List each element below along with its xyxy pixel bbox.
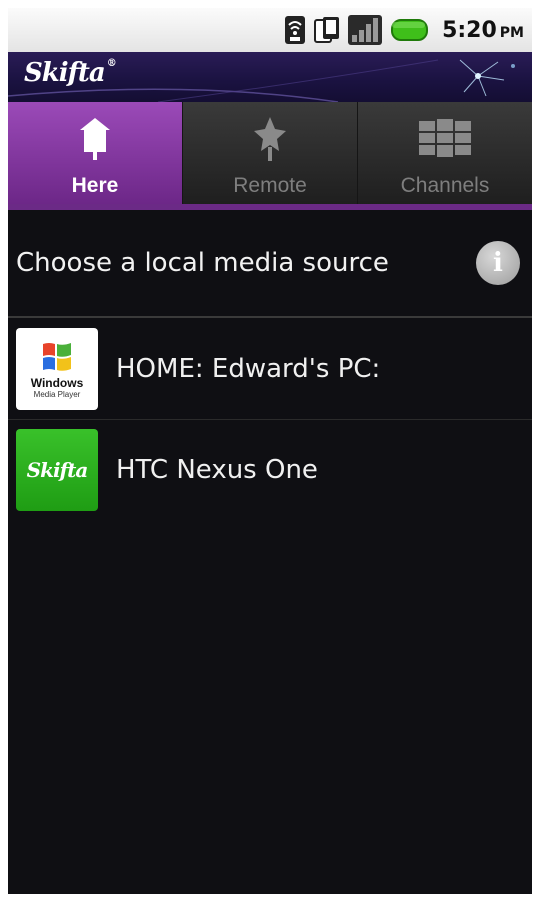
info-icon: i <box>493 248 503 278</box>
clock: 5:20 PM <box>442 18 524 43</box>
skifta-thumb-text: Skifta <box>26 458 89 482</box>
wmp-thumb-line2: Media Player <box>33 389 81 399</box>
battery-icon <box>390 15 430 45</box>
clock-time: 5:20 <box>442 17 497 43</box>
list-item-home-pc[interactable]: Windows Media Player HOME: Edward's PC: <box>8 319 532 419</box>
registered-mark: ® <box>106 58 117 69</box>
brand-logo: Skifta ® <box>24 58 117 88</box>
divider <box>8 316 532 318</box>
wifi-icon <box>284 15 306 45</box>
tab-channels[interactable]: Channels <box>358 102 532 210</box>
sync-icon <box>314 15 340 45</box>
tab-remote-label: Remote <box>233 174 307 197</box>
brand-logo-text: Skifta <box>24 58 106 88</box>
tab-channels-label: Channels <box>400 174 490 197</box>
info-button[interactable]: i <box>476 241 520 285</box>
windows-media-player-icon: Windows Media Player <box>16 328 98 410</box>
list-item-label: HTC Nexus One <box>116 455 318 485</box>
tab-bar: Here Remote Channels <box>8 102 532 210</box>
clock-ampm: PM <box>499 24 524 41</box>
tab-here[interactable]: Here <box>8 102 183 210</box>
signal-icon <box>348 15 383 45</box>
list-item-nexus-one[interactable]: Skifta HTC Nexus One <box>8 420 532 520</box>
phone-screen: 5:20 PM Skifta ® Here Remote Channels Ch… <box>8 8 532 894</box>
grid-icon <box>417 114 473 164</box>
section-header: Choose a local media source i <box>8 210 532 316</box>
tab-here-label: Here <box>71 174 119 197</box>
house-icon <box>78 114 112 164</box>
list-item-label: HOME: Edward's PC: <box>116 354 381 384</box>
remote-icon <box>252 114 288 164</box>
section-title: Choose a local media source <box>16 248 389 278</box>
status-bar: 5:20 PM <box>8 8 532 52</box>
windows-flag-icon <box>43 342 71 371</box>
skifta-icon: Skifta <box>16 429 98 511</box>
tab-remote[interactable]: Remote <box>183 102 358 210</box>
wmp-thumb-line1: Windows <box>30 375 84 390</box>
brand-header: Skifta ® <box>8 52 532 102</box>
